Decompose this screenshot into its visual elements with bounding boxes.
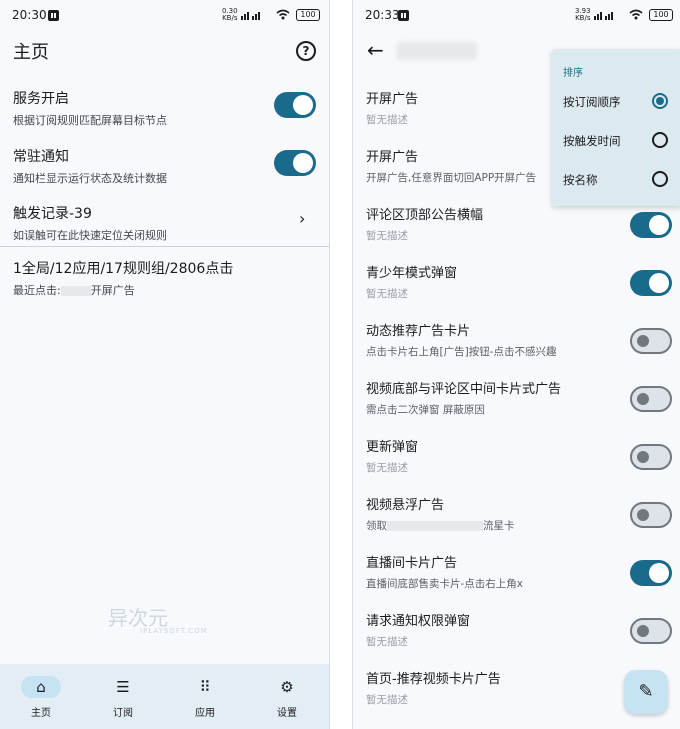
rule-title: 动态推荐广告卡片 (366, 324, 471, 339)
pencil-icon: ✎ (638, 681, 654, 702)
sort-option-subscription[interactable]: 按订阅顺序 (552, 82, 680, 120)
sort-dropdown: 排序 按订阅顺序 按触发时间 按名称 (552, 49, 680, 206)
home-icon: ⌂ (21, 676, 61, 698)
nav-label: 应用 (195, 708, 215, 719)
rule-title: 请求通知权限弹窗 (366, 614, 471, 629)
row-desc: 通知栏显示运行状态及统计数据 (13, 172, 167, 185)
rule-item[interactable]: 视频底部与评论区中间卡片式广告 需点击二次弹窗 屏蔽原因 (366, 378, 672, 436)
network-speed: 0.30 KB/s (222, 7, 238, 22)
list-icon: ☰ (116, 678, 130, 696)
notification-switch[interactable] (274, 150, 316, 176)
sort-option-name[interactable]: 按名称 (552, 160, 680, 198)
rule-switch[interactable] (630, 618, 672, 644)
cell-signal-icon (594, 12, 613, 20)
rule-desc: 暂无描述 (366, 462, 408, 474)
trigger-log-row[interactable]: 触发记录-39 如误触可在此快速定位关闭规则 (13, 203, 323, 243)
cell-signal-icon (241, 12, 260, 20)
rule-item[interactable]: 评论区顶部公告横幅 暂无描述 (366, 204, 672, 262)
row-desc: 根据订阅规则匹配屏幕目标节点 (13, 114, 167, 127)
status-bar: 20:33 3.93 KB/s 100 (353, 0, 680, 32)
rule-item[interactable]: 视频悬浮广告领取 流星卡 (366, 494, 672, 552)
status-time: 20:30 (12, 8, 47, 22)
rule-item[interactable]: 动态推荐广告卡片点击卡片右上角[广告]按钮-点击不感兴趣 (366, 320, 672, 378)
rule-title: 视频悬浮广告 (366, 498, 445, 513)
rule-desc: 暂无描述 (366, 636, 408, 648)
nav-settings[interactable]: ⚙ 设置 (246, 664, 328, 729)
bottom-nav: ⌂ 主页 ☰ 订阅 ⠿ 应用 ⚙ 设置 (0, 664, 329, 729)
rule-desc: 暂无描述 (366, 288, 408, 300)
rule-desc: 直播间底部售卖卡片-点击右上角x (366, 578, 524, 590)
rule-title: 青少年模式弹窗 (366, 266, 458, 281)
sort-menu-title: 排序 (563, 68, 583, 79)
status-bar: 20:30 0.30 KB/s 100 (0, 0, 329, 32)
recent-click: 最近点击: 开屏广告 (13, 284, 135, 297)
row-title: 触发记录-39 (13, 206, 92, 222)
rule-title: 直播间卡片广告 (366, 556, 458, 571)
watermark-sub: IPLAYSOFT.COM (140, 627, 208, 635)
rule-item[interactable]: 青少年模式弹窗 暂无描述 (366, 262, 672, 320)
rule-switch[interactable] (630, 386, 672, 412)
network-speed: 3.93 KB/s (575, 7, 591, 22)
redacted-app-name (397, 42, 477, 60)
nav-label: 主页 (31, 708, 51, 719)
rule-desc: 需点击二次弹窗 屏蔽原因 (366, 404, 485, 416)
row-desc: 如误触可在此快速定位关闭规则 (13, 229, 167, 242)
rule-switch[interactable] (630, 328, 672, 354)
apps-grid-icon: ⠿ (199, 678, 211, 696)
notification-pause-icon (48, 10, 59, 21)
gear-icon: ⚙ (280, 678, 294, 696)
rule-title: 更新弹窗 (366, 440, 419, 455)
wifi-icon (629, 9, 643, 20)
rule-switch[interactable] (630, 270, 672, 296)
rule-desc: 暂无描述 (366, 230, 408, 242)
rule-desc: 点击卡片右上角[广告]按钮-点击不感兴趣 (366, 346, 557, 358)
nav-subscriptions[interactable]: ☰ 订阅 (82, 664, 164, 729)
rule-item[interactable]: 请求通知权限弹窗 暂无描述 (366, 610, 672, 668)
battery-indicator: 100 (649, 9, 673, 21)
nav-apps[interactable]: ⠿ 应用 (164, 664, 246, 729)
edit-fab[interactable]: ✎ (624, 670, 668, 714)
rule-title: 视频底部与评论区中间卡片式广告 (366, 382, 562, 397)
rule-item[interactable]: 更新弹窗 暂无描述 (366, 436, 672, 494)
rule-switch[interactable] (630, 212, 672, 238)
rule-desc: 领取 流星卡 (366, 520, 515, 532)
stats-summary: 1全局/12应用/17规则组/2806点击 最近点击: 开屏广告 (13, 258, 323, 298)
status-time: 20:33 (365, 8, 400, 22)
service-switch[interactable] (274, 92, 316, 118)
chevron-right-icon: › (299, 209, 306, 228)
back-arrow-icon[interactable]: ← (367, 38, 384, 62)
wifi-icon (276, 9, 290, 20)
rule-switch[interactable] (630, 444, 672, 470)
stats-text: 1全局/12应用/17规则组/2806点击 (13, 261, 234, 277)
rule-title: 评论区顶部公告横幅 (366, 208, 484, 223)
battery-indicator: 100 (296, 9, 320, 21)
rule-item[interactable]: 直播间卡片广告直播间底部售卖卡片-点击右上角x (366, 552, 672, 610)
divider (0, 246, 329, 247)
radio-icon (652, 171, 668, 187)
nav-label: 订阅 (113, 708, 133, 719)
help-icon[interactable]: ? (296, 41, 316, 61)
page-title: 主页 (13, 42, 49, 63)
radio-selected-icon (652, 93, 668, 109)
home-screen: 20:30 0.30 KB/s 100 主页 ? 服务开启 根据订阅规则匹配屏幕目… (0, 0, 330, 729)
rule-switch[interactable] (630, 560, 672, 586)
sort-option-trigger-time[interactable]: 按触发时间 (552, 121, 680, 159)
rules-screen: 20:33 3.93KB/s 100 ← ≡ 开屏广告暂无描述开屏广告开屏广告,… (352, 0, 680, 729)
notification-pause-icon (398, 10, 409, 21)
rule-switch[interactable] (630, 502, 672, 528)
nav-label: 设置 (277, 708, 297, 719)
radio-icon (652, 132, 668, 148)
nav-home[interactable]: ⌂ 主页 (0, 664, 82, 729)
